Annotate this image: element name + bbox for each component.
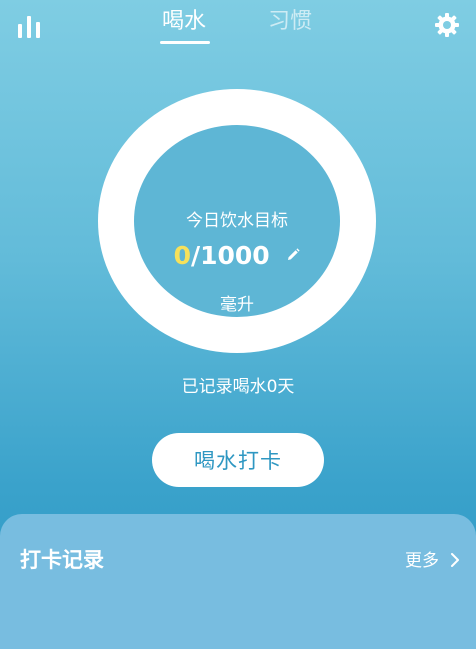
recorded-days-text: 已记录喝水0天 xyxy=(181,377,295,397)
goal-amount: 0/1000 xyxy=(134,241,340,270)
checkin-records-panel: 打卡记录 更多 xyxy=(0,514,476,649)
drink-checkin-button[interactable]: 喝水打卡 xyxy=(152,433,324,487)
top-bar: 喝水 习惯 xyxy=(0,0,476,50)
pencil-icon[interactable] xyxy=(286,248,301,262)
tab-drink-water-label: 喝水 xyxy=(162,9,207,34)
more-label: 更多 xyxy=(405,551,439,571)
daily-goal-label: 今日饮水目标 xyxy=(186,211,288,231)
active-tab-indicator xyxy=(160,41,210,44)
goal-total-value: /1000 xyxy=(190,241,270,270)
more-records-link[interactable]: 更多 xyxy=(405,546,460,571)
records-title: 打卡记录 xyxy=(20,548,104,572)
tab-drink-water[interactable]: 喝水 xyxy=(160,8,210,44)
ring-center: 今日饮水目标 0/1000 毫升 xyxy=(134,125,340,317)
tab-habit-label: 习惯 xyxy=(268,9,313,34)
current-intake-value: 0 xyxy=(173,241,191,270)
water-progress-ring: 今日饮水目标 0/1000 毫升 xyxy=(98,89,376,353)
bar-chart-icon[interactable] xyxy=(16,14,42,38)
gear-icon[interactable] xyxy=(434,12,460,38)
tab-habit[interactable]: 习惯 xyxy=(268,8,312,36)
unit-label: 毫升 xyxy=(220,295,254,315)
chevron-right-icon xyxy=(451,553,460,567)
